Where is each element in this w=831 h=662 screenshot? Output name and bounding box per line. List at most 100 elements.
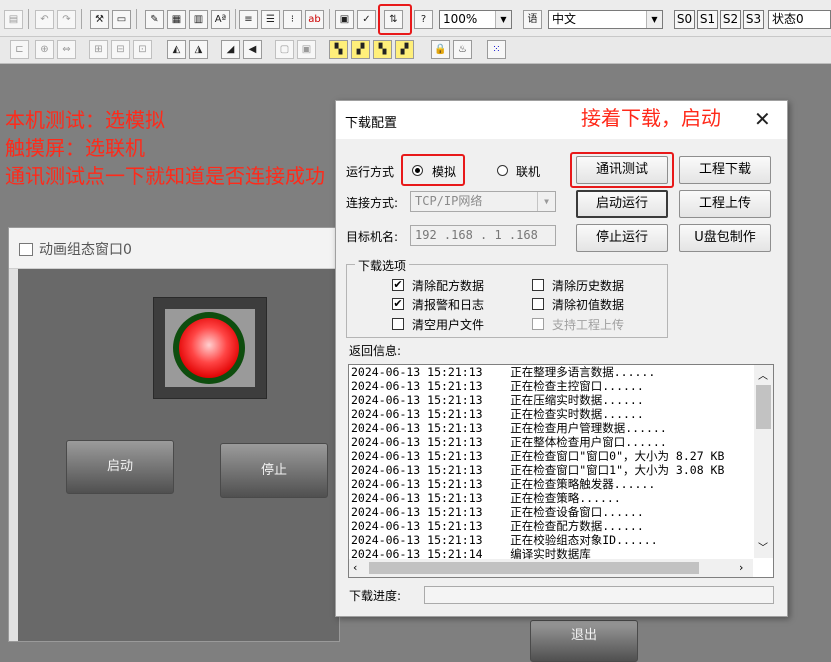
stop-run-button[interactable]: 停止运行 (576, 224, 668, 252)
annotation-line-2: 触摸屏：选联机 (5, 136, 145, 160)
bring-front-icon[interactable]: ▚ (329, 40, 348, 59)
animation-window-titlebar: 动画组态窗口0 (9, 228, 339, 269)
fill-bucket-icon[interactable]: ♨ (453, 40, 472, 59)
state-button-s0[interactable]: S0 (674, 10, 695, 29)
move-up-icon[interactable]: ▚ (373, 40, 392, 59)
paste-icon[interactable]: ▤ (4, 10, 23, 29)
state-button-s1[interactable]: S1 (697, 10, 718, 29)
connection-select[interactable]: TCP/IP网络 ▼ (410, 191, 556, 212)
send-back-icon[interactable]: ▞ (351, 40, 370, 59)
connection-label: 连接方式: (346, 196, 399, 210)
move-down-icon[interactable]: ▞ (395, 40, 414, 59)
rotate-right-icon[interactable]: ◮ (189, 40, 208, 59)
animation-canvas: 启动 停止 (18, 269, 339, 641)
annotation-line-3: 通讯测试点一下就知道是否连接成功 (5, 164, 325, 188)
clear-alarm-log-checkbox[interactable]: ✔ (392, 298, 404, 310)
main-toolbar: ▤ ↶ ↷ ⚒ ▭ ✎ ▦ ▥ Aª ≡ ☰ ⁝ ab ▣ ✓ ⇅ ? 100%… (0, 0, 831, 37)
scroll-thumb[interactable] (756, 385, 771, 429)
horizontal-scrollbar[interactable]: ‹ › (349, 559, 753, 577)
log-line: 2024-06-13 15:21:13 正在整体检查用户窗口...... (351, 435, 667, 449)
clear-user-files-label: 清空用户文件 (412, 318, 485, 332)
support-upload-checkbox[interactable] (532, 318, 544, 330)
abc-icon[interactable]: ab (305, 10, 324, 29)
lock-icon[interactable]: 🔒 (431, 40, 450, 59)
clear-user-files-checkbox[interactable] (392, 318, 404, 330)
help-icon[interactable]: ? (414, 10, 433, 29)
font-color-icon[interactable]: ▥ (189, 10, 208, 29)
align-left-icon[interactable]: ⊏ (10, 40, 29, 59)
log-line: 2024-06-13 15:21:13 正在检查设备窗口...... (351, 505, 644, 519)
close-icon[interactable]: ✕ (754, 107, 771, 131)
status-select[interactable]: 状态0 (768, 10, 831, 29)
project-download-button[interactable]: 工程下载 (679, 156, 771, 184)
rotate-left-icon[interactable]: ◭ (167, 40, 186, 59)
language-select[interactable]: 中文 ▼ (548, 10, 663, 29)
grid-layout-icon[interactable]: ⁙ (487, 40, 506, 59)
log-line: 2024-06-13 15:21:13 正在检查配方数据...... (351, 519, 644, 533)
hscroll-thumb[interactable] (369, 562, 699, 574)
state-button-s3[interactable]: S3 (743, 10, 764, 29)
font-icon[interactable]: Aª (211, 10, 230, 29)
group-icon[interactable]: ⊞ (89, 40, 108, 59)
exit-button[interactable]: 退出 (530, 620, 638, 662)
run-mode-simulate-label: 模拟 (432, 165, 457, 179)
target-ip-value: 192 .168 . 1 .168 (415, 228, 538, 242)
zoom-select[interactable]: 100% ▼ (439, 10, 512, 29)
frame-icon[interactable]: ▭ (112, 10, 131, 29)
dialog-titlebar: 下载配置 接着下载，启动 ✕ (336, 101, 787, 139)
clear-initial-checkbox[interactable] (532, 298, 544, 310)
language-icon[interactable]: 语 (523, 10, 542, 29)
progress-label: 下载进度: (349, 589, 402, 603)
list-icon[interactable]: ☰ (261, 10, 280, 29)
download-progress-bar (424, 586, 774, 604)
fill-color-icon[interactable]: ▦ (167, 10, 186, 29)
download-config-icon[interactable]: ⇅ (384, 10, 403, 29)
target-ip-field[interactable]: 192 .168 . 1 .168 (410, 225, 556, 246)
width-icon[interactable]: ⇔ (57, 40, 76, 59)
clear-history-checkbox[interactable] (532, 279, 544, 291)
redo-icon[interactable]: ↷ (57, 10, 76, 29)
download-config-dialog: 下载配置 接着下载，启动 ✕ 运行方式 模拟 联机 连接方式: TCP/IP网络… (335, 100, 788, 617)
log-output[interactable]: 2024-06-13 15:21:13 正在整理多语言数据...... 2024-… (348, 364, 774, 578)
run-mode-simulate-radio[interactable] (412, 165, 423, 176)
start-button[interactable]: 启动 (66, 440, 174, 494)
language-value: 中文 (552, 12, 577, 26)
indicator-lamp[interactable] (153, 297, 267, 399)
chevron-left-icon[interactable]: ‹ (353, 561, 357, 574)
log-line: 2024-06-13 15:21:14 编译实时数据库 (351, 547, 591, 559)
connection-value: TCP/IP网络 (415, 194, 483, 208)
chevron-down-icon[interactable]: ﹀ (758, 539, 768, 554)
comm-test-button[interactable]: 通讯测试 (576, 156, 668, 184)
tools-icon[interactable]: ⚒ (90, 10, 109, 29)
project-upload-button[interactable]: 工程上传 (679, 190, 771, 218)
dialog-annotation: 接着下载，启动 (581, 106, 721, 130)
center-icon[interactable]: ⊕ (35, 40, 54, 59)
undo-icon[interactable]: ↶ (35, 10, 54, 29)
align-icon[interactable]: ≡ (239, 10, 258, 29)
lock-size-icon[interactable]: ▢ (275, 40, 294, 59)
flip-vertical-icon[interactable]: ◀ (243, 40, 262, 59)
stop-button[interactable]: 停止 (220, 443, 328, 498)
vertical-scrollbar[interactable]: ︿ ﹀ (754, 365, 773, 558)
check-icon[interactable]: ✓ (357, 10, 376, 29)
start-run-button[interactable]: 启动运行 (576, 190, 668, 218)
grid-icon[interactable]: ⁝ (283, 10, 302, 29)
run-mode-online-radio[interactable] (497, 165, 508, 176)
zoom-value: 100% (443, 12, 478, 26)
log-line: 2024-06-13 15:21:13 正在压缩实时数据...... (351, 393, 644, 407)
chevron-up-icon[interactable]: ︿ (758, 367, 768, 382)
line-color-icon[interactable]: ✎ (145, 10, 164, 29)
properties-icon[interactable]: ▣ (335, 10, 354, 29)
merge-icon[interactable]: ⊡ (133, 40, 152, 59)
flip-horizontal-icon[interactable]: ◢ (221, 40, 240, 59)
same-size-icon[interactable]: ▣ (297, 40, 316, 59)
toolbar-divider (28, 9, 29, 29)
log-line: 2024-06-13 15:21:13 正在检查窗口"窗口1"，大小为 3.08… (351, 463, 725, 477)
usb-package-button[interactable]: U盘包制作 (679, 224, 771, 252)
state-button-s2[interactable]: S2 (720, 10, 741, 29)
chevron-right-icon[interactable]: › (739, 561, 743, 574)
ungroup-icon[interactable]: ⊟ (111, 40, 130, 59)
log-line: 2024-06-13 15:21:13 正在整理多语言数据...... (351, 365, 656, 379)
clear-recipe-checkbox[interactable]: ✔ (392, 279, 404, 291)
clear-initial-label: 清除初值数据 (552, 298, 625, 312)
